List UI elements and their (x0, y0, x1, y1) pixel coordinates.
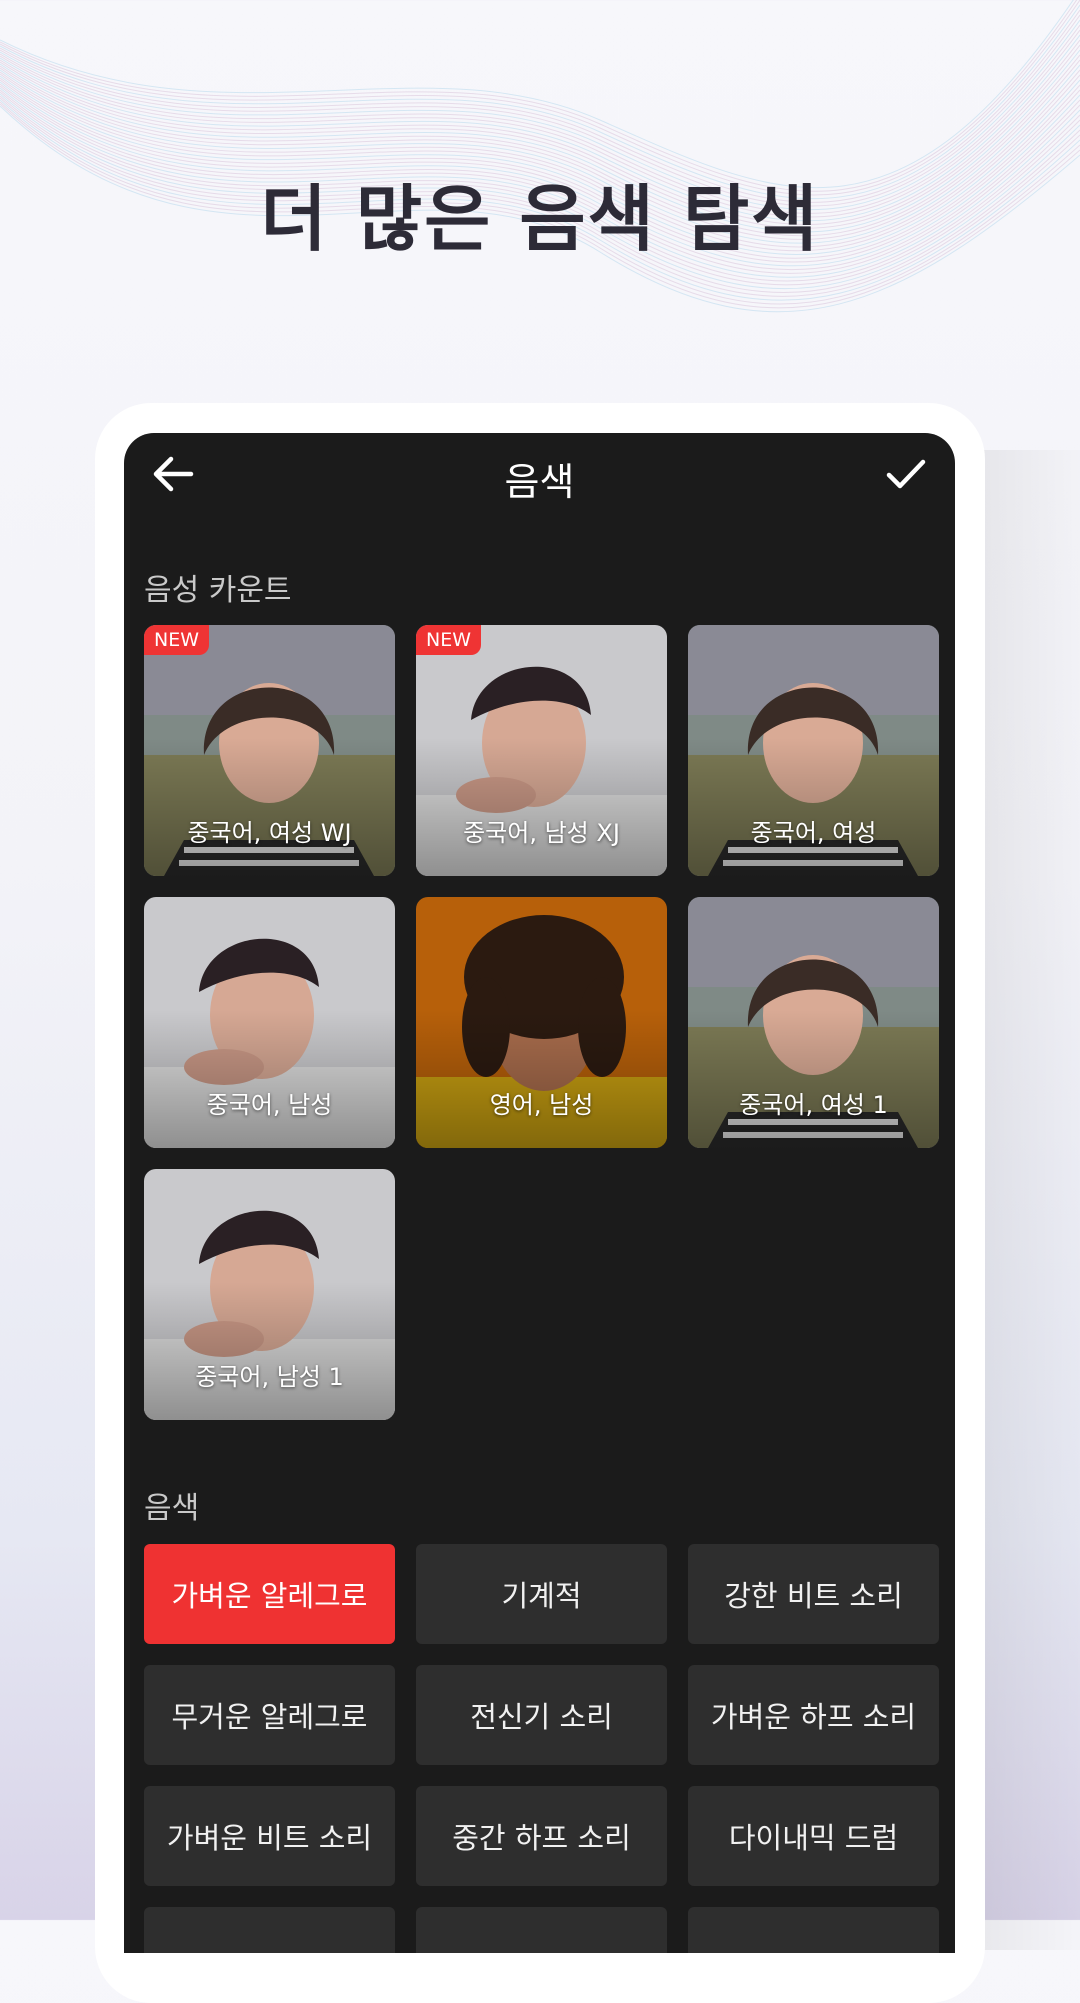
screen-title: 음색 (504, 460, 575, 504)
voice-card-label: 중국어, 여성 1 (739, 1091, 888, 1119)
voice-card-label: 중국어, 여성 (750, 819, 877, 847)
voice-card-label: 중국어, 남성 XJ (463, 819, 620, 847)
timbre-chip-partial[interactable] (416, 1907, 667, 1953)
new-badge: NEW (144, 625, 210, 655)
app-screen: 음색 음성 카운트 NEW 중국어, 여성 WJ NEW 중국어, 남성 XJ 중국어,… (124, 433, 955, 1953)
voice-card[interactable]: 중국어, 남성 1 (144, 1169, 395, 1420)
timbre-chip[interactable]: 가벼운 알레그로 (144, 1544, 395, 1644)
new-badge: NEW (416, 625, 482, 655)
timbre-chip-partial[interactable] (688, 1907, 939, 1953)
timbre-chip[interactable]: 기계적 (416, 1544, 667, 1644)
timbre-chip[interactable]: 중간 하프 소리 (416, 1786, 667, 1886)
timbre-chip[interactable]: 강한 비트 소리 (688, 1544, 939, 1644)
voice-card-label: 중국어, 남성 1 (195, 1363, 344, 1391)
voice-card-label: 중국어, 남성 (206, 1091, 333, 1119)
timbre-chip[interactable]: 전신기 소리 (416, 1665, 667, 1765)
timbre-section-label: 음색 (144, 1491, 200, 1526)
voice-section-label: 음성 카운트 (144, 573, 292, 608)
voice-card[interactable]: NEW 중국어, 여성 WJ (144, 625, 395, 876)
page-headline: 더 많은 음색 탐색 (260, 177, 820, 261)
voice-card-label: 중국어, 여성 WJ (187, 819, 352, 847)
confirm-button[interactable] (879, 447, 933, 501)
timbre-chip-partial[interactable] (144, 1907, 395, 1953)
voice-card[interactable]: NEW 중국어, 남성 XJ (416, 625, 667, 876)
timbre-chip[interactable]: 다이내믹 드럼 (688, 1786, 939, 1886)
voice-card[interactable]: 영어, 남성 (416, 897, 667, 1148)
top-bar: 음색 (124, 433, 955, 513)
voice-card[interactable]: 중국어, 여성 1 (688, 897, 939, 1148)
voice-card-label: 영어, 남성 (489, 1091, 594, 1119)
voice-card[interactable]: 중국어, 남성 (144, 897, 395, 1148)
timbre-chip[interactable]: 가벼운 비트 소리 (144, 1786, 395, 1886)
timbre-chip[interactable]: 가벼운 하프 소리 (688, 1665, 939, 1765)
timbre-chip[interactable]: 무거운 알레그로 (144, 1665, 395, 1765)
checkmark-icon (886, 459, 926, 489)
voice-card[interactable]: 중국어, 여성 (688, 625, 939, 876)
